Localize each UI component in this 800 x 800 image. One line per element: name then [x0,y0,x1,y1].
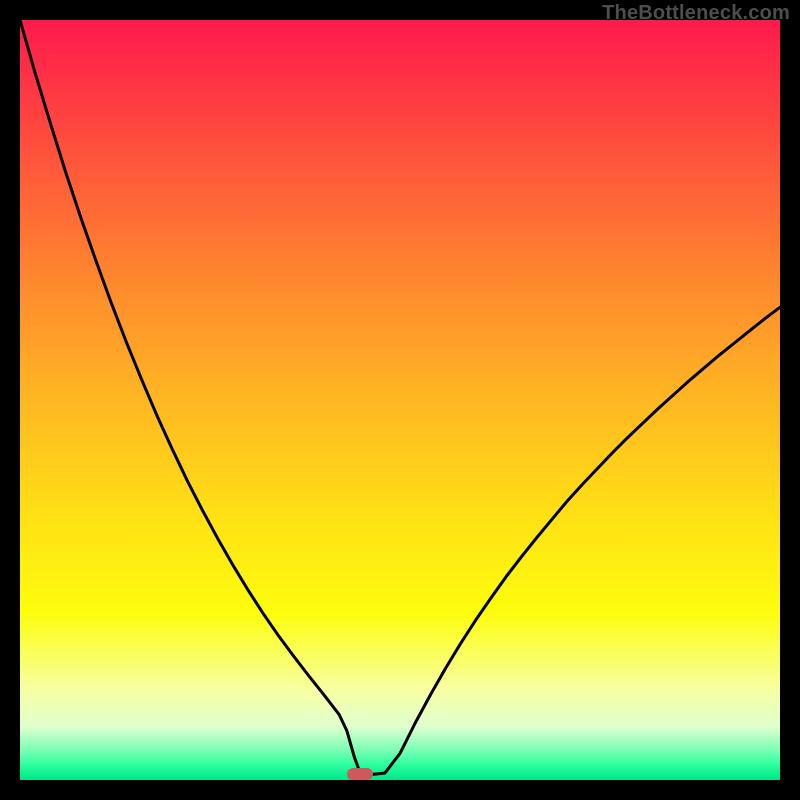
bottleneck-curve [20,20,780,780]
chart-frame: TheBottleneck.com [0,0,800,800]
plot-area [20,20,780,780]
